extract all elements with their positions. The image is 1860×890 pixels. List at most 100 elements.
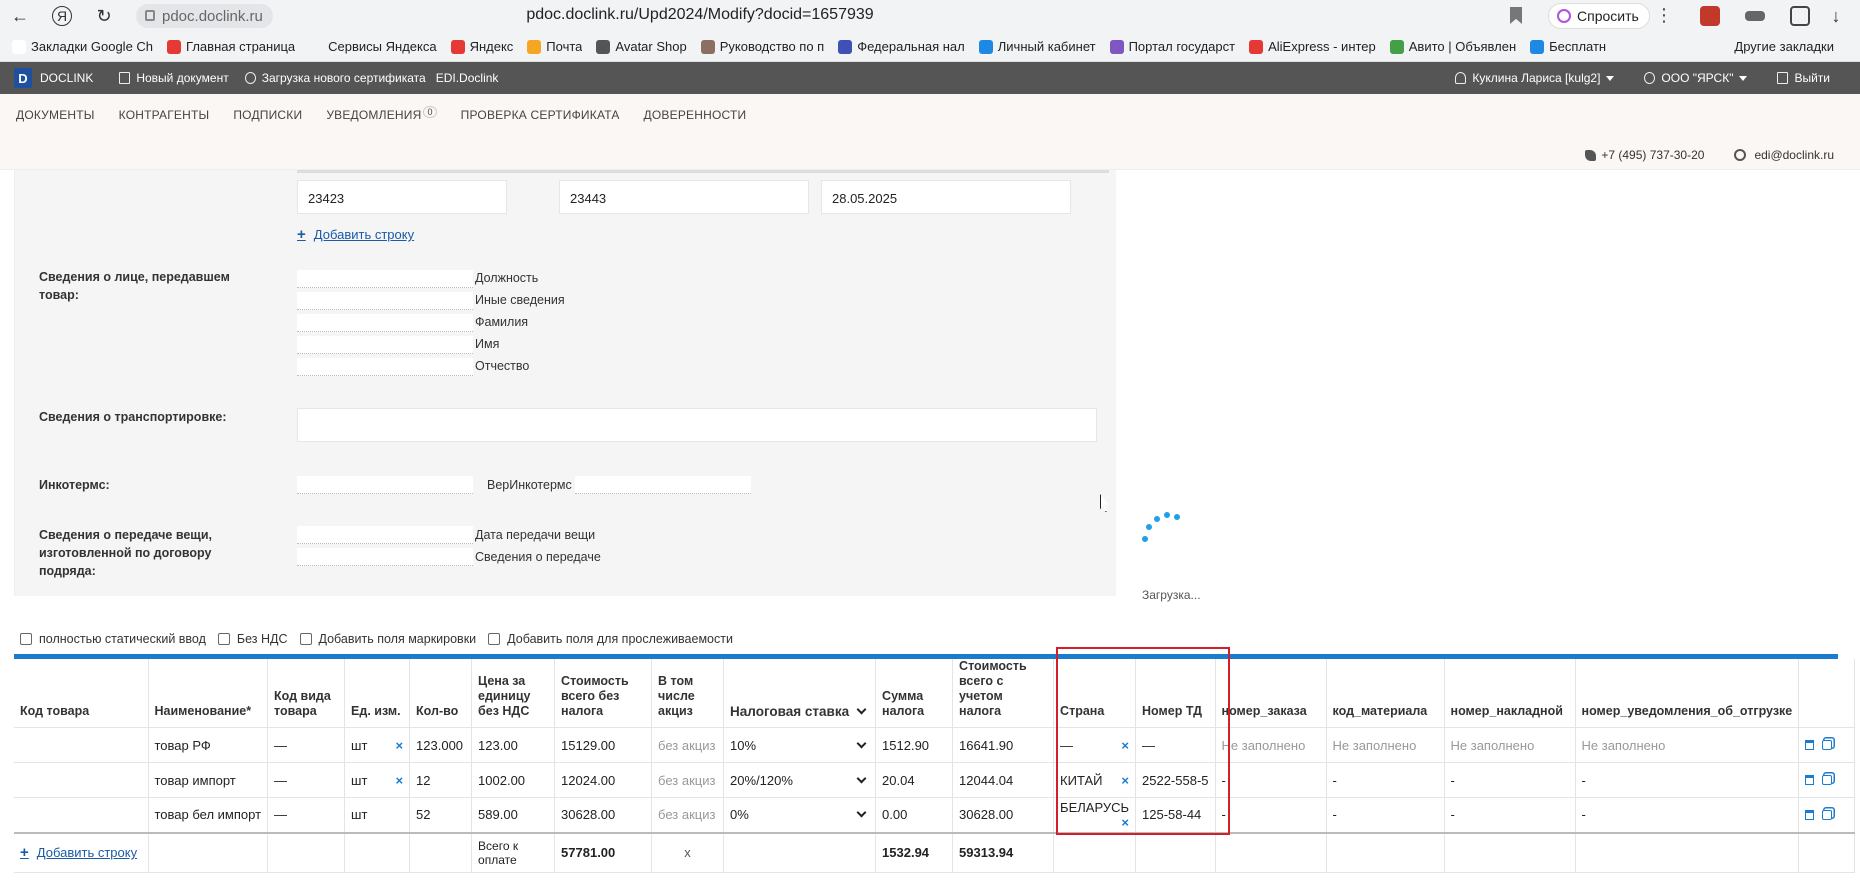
unit-cell[interactable]: шт ×: [344, 727, 411, 763]
name-cell[interactable]: товар импорт: [148, 762, 269, 798]
add-row-cell[interactable]: + Добавить строку: [14, 831, 149, 873]
waybill-cell[interactable]: -: [1444, 762, 1576, 798]
notice-cell[interactable]: -: [1575, 762, 1800, 798]
order-cell[interactable]: Не заполнено: [1215, 727, 1327, 763]
ask-button[interactable]: Спросить: [1548, 3, 1650, 29]
td-cell[interactable]: 2522-558-5: [1135, 762, 1216, 798]
new-document-button[interactable]: Новый документ: [119, 71, 229, 85]
bookmark-item[interactable]: Главная страница: [167, 39, 295, 54]
clear-icon[interactable]: ×: [395, 773, 403, 788]
clear-icon[interactable]: ×: [395, 738, 403, 753]
kind-cell[interactable]: —: [267, 797, 346, 833]
nav-notifications[interactable]: УВЕДОМЛЕНИЯ 0: [326, 106, 437, 122]
excise-cell[interactable]: без акциз: [651, 727, 725, 763]
download-icon[interactable]: ↓: [1822, 2, 1850, 30]
trash-icon[interactable]: [1805, 809, 1815, 820]
tax-cell[interactable]: 20.04: [875, 762, 954, 798]
code-cell[interactable]: [14, 727, 149, 763]
top-input-2[interactable]: 23443: [559, 180, 809, 214]
rate-select[interactable]: 20%/120%: [723, 762, 877, 798]
bookmark-item[interactable]: Сервисы Яндекса: [309, 39, 437, 54]
unit-cell[interactable]: шт: [344, 797, 411, 833]
order-cell[interactable]: -: [1215, 762, 1327, 798]
bookmark-item[interactable]: Федеральная нал: [838, 39, 965, 54]
name-input[interactable]: [297, 336, 473, 354]
thing-info-input[interactable]: [297, 548, 473, 566]
code-cell[interactable]: [14, 797, 149, 833]
waybill-cell[interactable]: -: [1444, 797, 1576, 833]
trash-icon[interactable]: [1805, 740, 1815, 750]
checkbox[interactable]: [217, 633, 230, 645]
copy-icon[interactable]: [1822, 775, 1833, 785]
collections-icon[interactable]: [1790, 6, 1810, 26]
nav-powers[interactable]: ДОВЕРЕННОСТИ: [644, 108, 747, 122]
top-input-1[interactable]: 23423: [297, 180, 507, 214]
bookmark-item[interactable]: Почта: [527, 39, 582, 54]
more-icon[interactable]: ⋮: [1655, 5, 1673, 26]
marking-fields-option[interactable]: Добавить поля маркировки: [299, 632, 476, 646]
nav-cert-check[interactable]: ПРОВЕРКА СЕРТИФИКАТА: [461, 108, 620, 122]
checkbox[interactable]: [299, 633, 312, 645]
clear-icon[interactable]: ×: [1121, 815, 1129, 830]
country-cell[interactable]: БЕЛАРУСЬ ×: [1053, 797, 1137, 833]
order-cell[interactable]: -: [1215, 797, 1327, 833]
add-row-link[interactable]: + Добавить строку: [20, 844, 142, 861]
static-input-option[interactable]: полностью статический ввод: [20, 632, 206, 646]
other-bookmarks[interactable]: Другие закладки: [1734, 39, 1834, 54]
user-menu[interactable]: Куклина Лариса [kulg2]: [1455, 71, 1615, 85]
org-menu[interactable]: ООО "ЯРСК": [1644, 71, 1748, 85]
other-info-input[interactable]: [297, 292, 473, 310]
qty-cell[interactable]: 123.000: [409, 727, 473, 763]
patronymic-input[interactable]: [297, 358, 473, 376]
clear-icon[interactable]: ×: [1121, 773, 1129, 788]
notice-cell[interactable]: -: [1575, 797, 1800, 833]
price-cell[interactable]: 1002.00: [471, 762, 556, 798]
unit-cell[interactable]: шт ×: [344, 762, 411, 798]
ver-incoterms-input[interactable]: [575, 476, 751, 494]
doclink-logo[interactable]: D: [14, 68, 32, 88]
logout-button[interactable]: Выйти: [1777, 71, 1830, 85]
bookmark-item[interactable]: Бесплатн: [1530, 39, 1606, 54]
excise-cell[interactable]: без акциз: [651, 762, 725, 798]
copy-icon[interactable]: [1822, 740, 1833, 750]
transport-input[interactable]: [297, 408, 1097, 442]
checkbox[interactable]: [20, 633, 32, 645]
nav-signatures[interactable]: ПОДПИСКИ: [233, 108, 302, 122]
price-cell[interactable]: 589.00: [471, 797, 556, 833]
upload-cert-button[interactable]: Загрузка нового сертификата: [244, 71, 426, 85]
country-cell[interactable]: КИТАЙ ×: [1053, 762, 1137, 798]
edi-link[interactable]: EDI.Doclink: [436, 71, 499, 85]
bookmark-item[interactable]: Авито | Объявлен: [1389, 39, 1516, 54]
col-rate[interactable]: Налоговая ставка: [723, 659, 877, 728]
bookmark-item[interactable]: AliExpress - интер: [1249, 39, 1376, 54]
td-cell[interactable]: —: [1135, 727, 1216, 763]
downloads-shelf-icon[interactable]: [1745, 11, 1765, 21]
bookmark-item[interactable]: Avatar Shop: [596, 39, 687, 54]
bookmark-item[interactable]: Портал государст: [1109, 39, 1235, 54]
tax-cell[interactable]: 0.00: [875, 797, 954, 833]
email-contact[interactable]: edi@doclink.ru: [1734, 148, 1834, 162]
no-vat-option[interactable]: Без НДС: [217, 632, 288, 646]
code-cell[interactable]: [14, 762, 149, 798]
material-cell[interactable]: -: [1326, 797, 1445, 833]
kind-cell[interactable]: —: [267, 762, 346, 798]
bookmark-item[interactable]: Закладки Google Ch: [12, 39, 153, 54]
copy-icon[interactable]: [1822, 809, 1833, 820]
surname-input[interactable]: [297, 314, 473, 332]
thing-date-input[interactable]: [297, 526, 473, 544]
waybill-cell[interactable]: Не заполнено: [1444, 727, 1576, 763]
bookmark-item[interactable]: Личный кабинет: [978, 39, 1096, 54]
country-cell[interactable]: — ×: [1053, 727, 1137, 763]
brand[interactable]: DOCLINK: [40, 71, 93, 85]
name-cell[interactable]: товар РФ: [148, 727, 269, 763]
nav-contractors[interactable]: КОНТРАГЕНТЫ: [119, 108, 210, 122]
trash-icon[interactable]: [1805, 775, 1815, 785]
checkbox[interactable]: [488, 633, 501, 645]
material-cell[interactable]: -: [1326, 762, 1445, 798]
qty-cell[interactable]: 12: [409, 762, 473, 798]
add-row-link[interactable]: + Добавить строку: [297, 226, 414, 243]
price-cell[interactable]: 123.00: [471, 727, 556, 763]
incoterms-input[interactable]: [297, 476, 473, 494]
qty-cell[interactable]: 52: [409, 797, 473, 833]
excise-cell[interactable]: без акциз: [651, 797, 725, 833]
